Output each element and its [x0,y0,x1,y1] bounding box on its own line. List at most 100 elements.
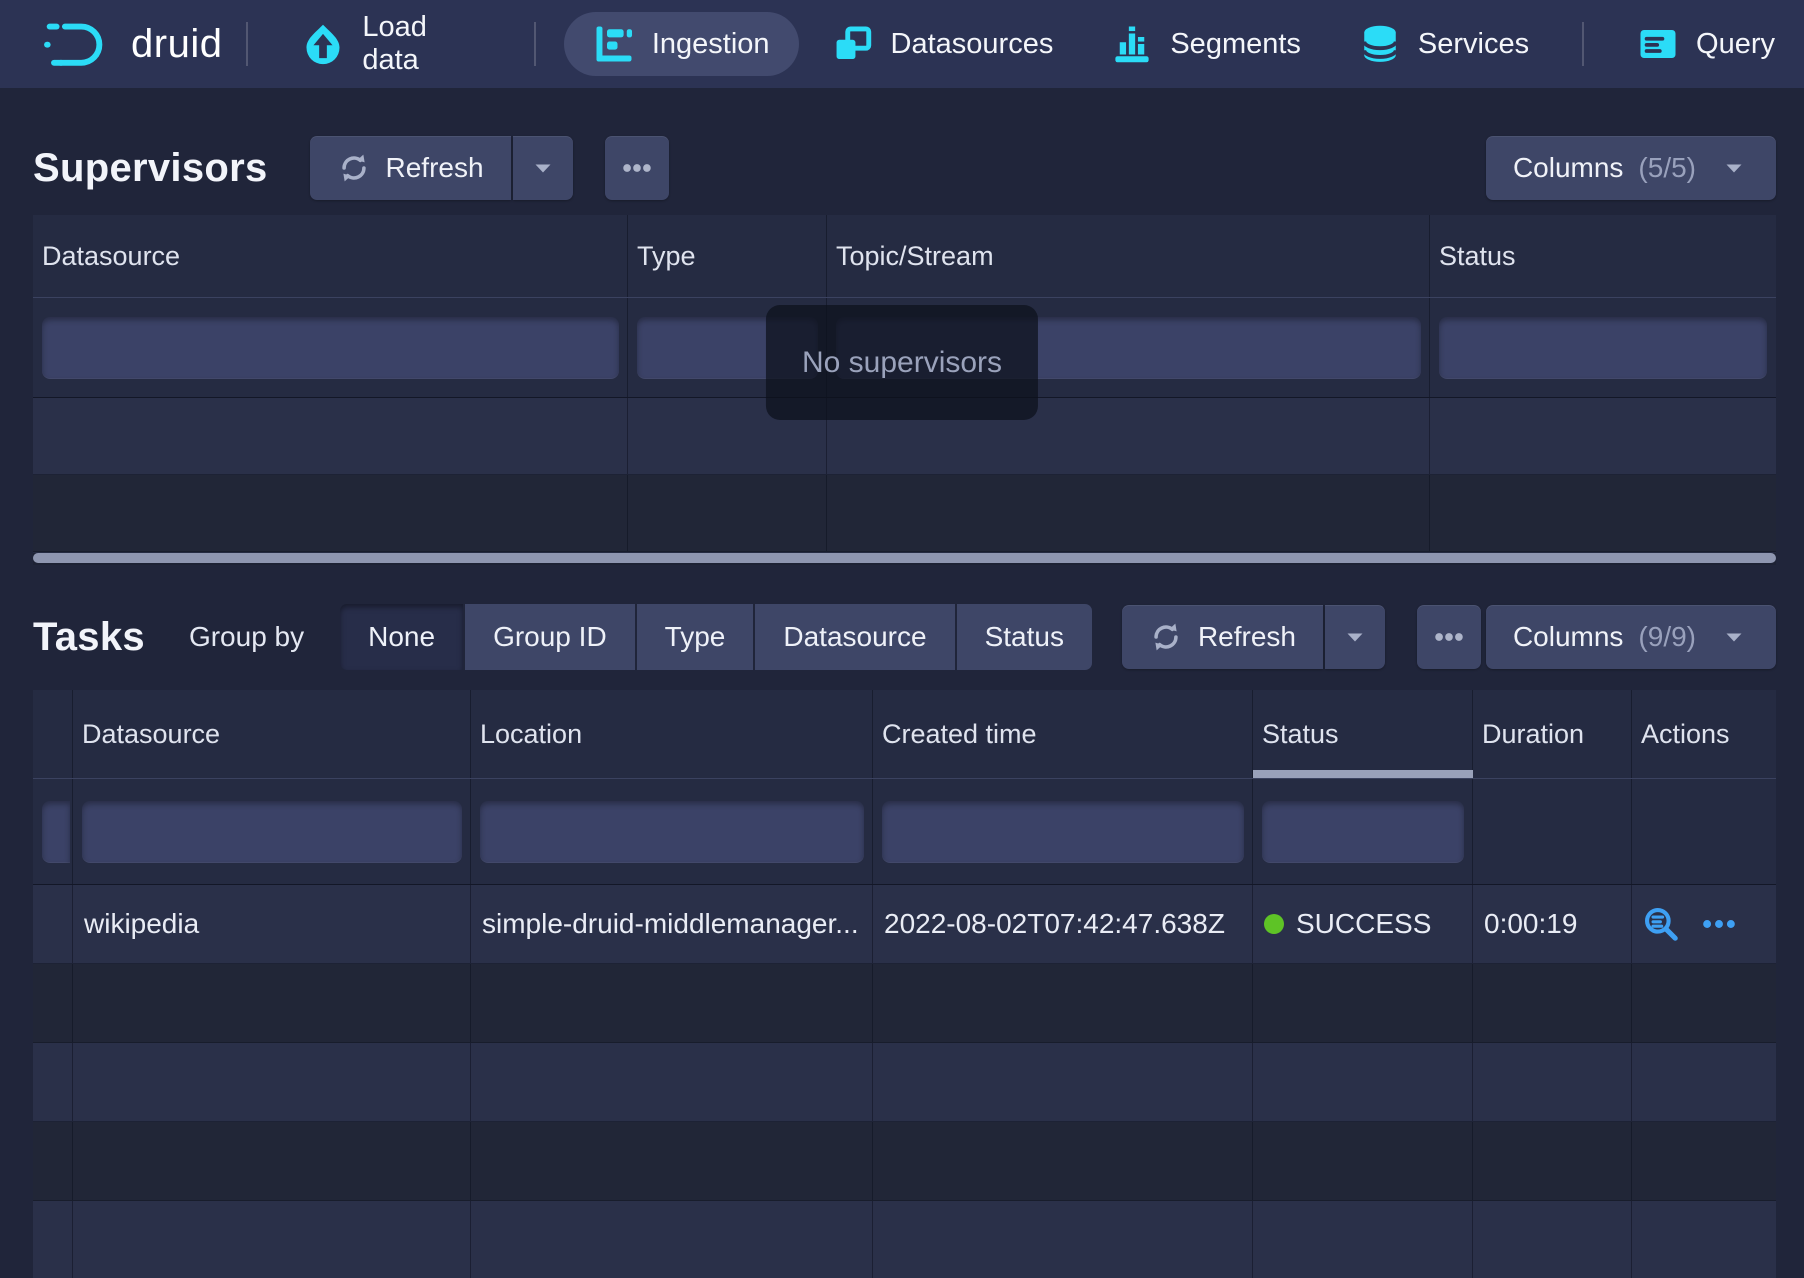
task-actions-cell [1632,885,1776,963]
more-icon [1432,620,1466,654]
supervisors-toolbar: Supervisors Refresh Columns (5/5) [33,135,1776,201]
tasks-toolbar: Tasks Group by None Group ID Type Dataso… [33,604,1776,670]
supervisors-header-status[interactable]: Status [1430,215,1776,297]
nav-divider [246,22,248,66]
supervisors-header-topic-stream[interactable]: Topic/Stream [827,215,1430,297]
columns-count: (5/5) [1638,152,1696,184]
nav-item-label: Query [1696,28,1775,61]
chevron-down-icon [1719,622,1749,652]
supervisors-filter-datasource-input[interactable] [42,317,619,379]
refresh-label: Refresh [1198,621,1296,653]
chevron-down-icon [1719,153,1749,183]
druid-logo-icon [43,20,113,68]
tasks-columns-button[interactable]: Columns (9/9) [1486,605,1776,669]
tasks-table: Datasource Location Created time Status … [33,690,1776,1278]
group-by-group-id-button[interactable]: Group ID [465,604,635,670]
tasks-header-datasource[interactable]: Datasource [73,690,471,778]
task-row-wikipedia[interactable]: wikipedia simple-druid-middlemanager... … [33,885,1776,964]
group-by-label: Group by [189,621,304,653]
chevron-down-icon [1340,622,1370,652]
task-status-cell: SUCCESS [1253,885,1473,963]
columns-count: (9/9) [1638,621,1696,653]
group-by-status-button[interactable]: Status [957,604,1092,670]
nav-item-label: Ingestion [652,28,770,61]
scrollbar-thumb[interactable] [33,553,1776,563]
task-created-time-cell: 2022-08-02T07:42:47.638Z [873,885,1253,963]
nav-item-label: Services [1418,28,1529,61]
chevron-down-icon [528,153,558,183]
supervisors-empty-row [33,475,1776,552]
tasks-empty-row [33,1122,1776,1201]
supervisors-header-datasource[interactable]: Datasource [33,215,628,297]
status-success-dot [1264,914,1284,934]
supervisors-horizontal-scrollbar[interactable] [33,553,1776,565]
columns-label: Columns [1513,152,1623,184]
no-supervisors-message: No supervisors [766,305,1038,420]
tasks-more-button[interactable] [1417,605,1481,669]
supervisors-filter-status-input[interactable] [1439,317,1767,379]
nav-item-label: Load data [362,11,481,77]
nav-item-label: Datasources [891,28,1054,61]
task-location-cell: simple-druid-middlemanager... [471,885,873,963]
task-detail-magnifier-icon[interactable] [1642,905,1680,943]
tasks-header-created-time[interactable]: Created time [873,690,1253,778]
services-icon [1359,23,1401,65]
supervisors-refresh-caret-button[interactable] [513,136,573,200]
nav-item-load-data[interactable]: Load data [272,0,510,88]
nav-item-services[interactable]: Services [1330,0,1558,88]
tasks-header-actions[interactable]: Actions [1632,690,1776,778]
nav-divider [1582,22,1584,66]
tasks-table-header-row: Datasource Location Created time Status … [33,690,1776,779]
tasks-empty-row [33,964,1776,1043]
supervisors-header-type[interactable]: Type [628,215,827,297]
supervisors-refresh-button[interactable]: Refresh [310,136,511,200]
more-icon [620,151,654,185]
group-by-button-group: None Group ID Type Datasource Status [340,604,1092,670]
columns-label: Columns [1513,621,1623,653]
tasks-filter-clipped-input[interactable] [42,801,70,863]
tasks-refresh-button[interactable]: Refresh [1122,605,1323,669]
tasks-header-duration[interactable]: Duration [1473,690,1632,778]
supervisors-more-button[interactable] [605,136,669,200]
tasks-empty-row [33,1043,1776,1122]
top-nav-bar: druid Load data Ingestion Datasources [0,0,1804,88]
tasks-header-location[interactable]: Location [471,690,873,778]
supervisors-title: Supervisors [33,146,268,191]
supervisors-refresh-group: Refresh [310,136,573,200]
supervisors-columns-button[interactable]: Columns (5/5) [1486,136,1776,200]
segments-icon [1111,23,1153,65]
query-icon [1637,23,1679,65]
group-by-type-button[interactable]: Type [637,604,754,670]
nav-item-segments[interactable]: Segments [1082,0,1330,88]
refresh-icon [1149,620,1183,654]
nav-item-datasources[interactable]: Datasources [803,0,1083,88]
nav-item-query[interactable]: Query [1608,0,1804,88]
load-data-icon [301,22,345,66]
tasks-filter-location-input[interactable] [480,801,864,863]
refresh-icon [337,151,371,185]
tasks-filter-created-time-input[interactable] [882,801,1244,863]
tasks-filter-datasource-input[interactable] [82,801,462,863]
nav-item-ingestion[interactable]: Ingestion [564,12,799,76]
task-duration-cell: 0:00:19 [1473,885,1632,963]
tasks-title: Tasks [33,615,145,660]
brand-text: druid [131,22,222,67]
status-text: SUCCESS [1296,908,1431,940]
tasks-filter-row [33,779,1776,885]
druid-logo[interactable]: druid [43,20,222,68]
tasks-refresh-group: Refresh [1122,605,1385,669]
tasks-header-clipped-column[interactable] [33,690,73,778]
refresh-label: Refresh [386,152,484,184]
supervisors-table-header-row: Datasource Type Topic/Stream Status [33,215,1776,298]
group-by-none-button[interactable]: None [340,604,463,670]
tasks-empty-row [33,1201,1776,1278]
nav-divider [534,22,536,66]
tasks-filter-status-input[interactable] [1262,801,1464,863]
ingestion-icon [593,23,635,65]
tasks-header-status[interactable]: Status [1253,690,1473,778]
tasks-refresh-caret-button[interactable] [1325,605,1385,669]
datasources-icon [832,23,874,65]
group-by-datasource-button[interactable]: Datasource [755,604,954,670]
task-more-actions-icon[interactable] [1700,905,1738,943]
nav-item-label: Segments [1170,28,1301,61]
